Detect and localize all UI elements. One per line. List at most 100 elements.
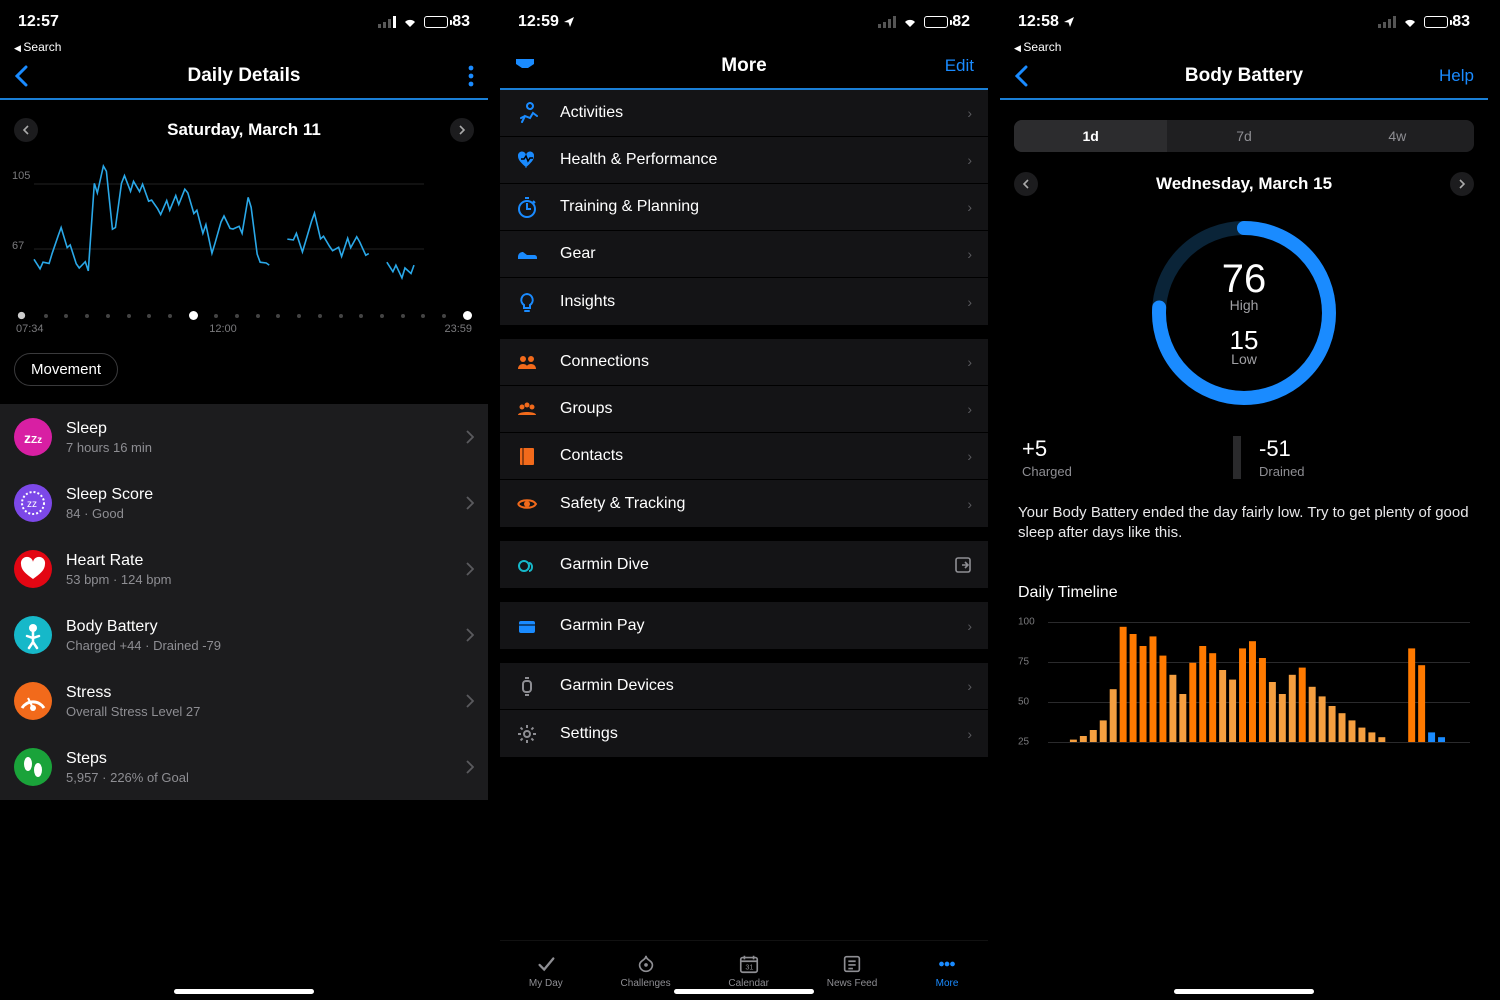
chevron-right-icon	[466, 562, 474, 576]
nav-inbox[interactable]	[514, 57, 568, 75]
y-tick-hi: 105	[12, 170, 30, 182]
metric-subtitle: 53 bpm · 124 bpm	[66, 572, 452, 587]
chevron-right-icon: ›	[967, 199, 972, 215]
chevron-right-icon	[466, 760, 474, 774]
menu-item-label: Garmin Devices	[560, 677, 945, 695]
menu-item-label: Health & Performance	[560, 151, 945, 169]
menu-item-insights[interactable]: Insights›	[500, 278, 988, 325]
metric-title: Body Battery	[66, 618, 452, 636]
chevron-right-icon: ›	[967, 401, 972, 417]
selected-date: Saturday, March 11	[167, 120, 321, 140]
menu-item-label: Activities	[560, 104, 945, 122]
menu-item-gear[interactable]: Gear›	[500, 231, 988, 278]
nav-back[interactable]	[14, 65, 68, 87]
book-icon	[516, 445, 538, 467]
metric-row-sleep-score[interactable]: zzSleep Score84 · Good	[0, 470, 488, 536]
metric-row-sleep[interactable]: zZzSleep7 hours 16 min	[0, 404, 488, 470]
screen-body-battery: 12:58 83 Search Body Battery Help 1d7d4w…	[1000, 0, 1500, 1000]
movement-filter-pill[interactable]: Movement	[14, 353, 118, 386]
range-segmented-control: 1d7d4w	[1014, 120, 1474, 152]
tab-more[interactable]: More	[935, 953, 959, 989]
menu-group: Garmin Pay›	[500, 602, 988, 649]
date-selector: Saturday, March 11	[0, 100, 488, 150]
wifi-icon	[1402, 16, 1418, 28]
timeline-chart[interactable]: 100755025	[1018, 612, 1470, 762]
menu-item-safety-tracking[interactable]: Safety & Tracking›	[500, 480, 988, 527]
menu-item-garmin-pay[interactable]: Garmin Pay›	[500, 602, 988, 649]
cell-signal-icon	[1378, 16, 1396, 28]
tab-label: Challenges	[621, 978, 671, 989]
back-to-search[interactable]: Search	[1000, 40, 1488, 54]
next-day-button[interactable]	[1450, 172, 1474, 196]
menu-item-garmin-devices[interactable]: Garmin Devices›	[500, 663, 988, 710]
tab-label: News Feed	[827, 978, 878, 989]
tab-label: Calendar	[728, 978, 769, 989]
home-indicator[interactable]	[1174, 989, 1314, 994]
tab-my-day[interactable]: My Day	[529, 953, 563, 989]
menu-item-garmin-dive[interactable]: Garmin Dive	[500, 541, 988, 588]
menu-item-label: Safety & Tracking	[560, 495, 945, 513]
x-start: 07:34	[16, 323, 44, 335]
home-indicator[interactable]	[674, 989, 814, 994]
drained-label: Drained	[1259, 464, 1466, 479]
menu-item-training-planning[interactable]: Training & Planning›	[500, 184, 988, 231]
menu-item-settings[interactable]: Settings›	[500, 710, 988, 757]
seg-4w[interactable]: 4w	[1321, 120, 1474, 152]
menu-item-label: Connections	[560, 353, 945, 371]
metric-row-steps[interactable]: Steps 5,957 · 226% of Goal	[0, 734, 488, 800]
chevron-right-icon: ›	[967, 448, 972, 464]
home-indicator[interactable]	[174, 989, 314, 994]
seg-1d[interactable]: 1d	[1014, 120, 1167, 152]
chevron-right-icon: ›	[967, 246, 972, 262]
metric-row-body-battery[interactable]: Body BatteryCharged +44 · Drained -79	[0, 602, 488, 668]
menu-item-connections[interactable]: Connections›	[500, 339, 988, 386]
menu-item-health-performance[interactable]: Health & Performance›	[500, 137, 988, 184]
menu-group: Activities›Health & Performance›Training…	[500, 90, 988, 325]
charged-value: +5	[1022, 436, 1229, 462]
chevron-left-icon	[14, 65, 28, 87]
prev-day-button[interactable]	[14, 118, 38, 142]
menu-item-contacts[interactable]: Contacts›	[500, 433, 988, 480]
metric-title: Stress	[66, 684, 452, 702]
tab-calendar[interactable]: 31 Calendar	[728, 953, 769, 989]
x-end: 23:59	[444, 323, 472, 335]
tab-icon	[935, 953, 959, 975]
metric-title: Sleep	[66, 420, 452, 438]
tab-icon	[840, 953, 864, 975]
status-time: 12:59	[518, 13, 559, 31]
drained-value: -51	[1259, 436, 1466, 462]
next-day-button[interactable]	[450, 118, 474, 142]
nav-menu[interactable]	[420, 65, 474, 87]
prev-day-button[interactable]	[1014, 172, 1038, 196]
open-external-icon	[954, 556, 972, 574]
menu-item-label: Garmin Dive	[560, 556, 932, 574]
metric-title: Steps	[66, 750, 452, 768]
status-bar: 12:59 82	[500, 0, 988, 44]
metric-row-heart-rate[interactable]: Heart Rate53 bpm · 124 bpm	[0, 536, 488, 602]
metric-subtitle: 7 hours 16 min	[66, 440, 452, 455]
tab-challenges[interactable]: Challenges	[621, 953, 671, 989]
x-axis: 07:34 12:00 23:59	[0, 323, 488, 335]
edit-button[interactable]: Edit	[945, 56, 974, 76]
alarm-icon	[16, 310, 27, 321]
back-to-search[interactable]: Search	[0, 40, 488, 54]
chevron-right-icon: ›	[967, 726, 972, 742]
help-button[interactable]: Help	[1439, 66, 1474, 86]
wifi-icon	[902, 16, 918, 28]
tab-icon: 31	[737, 953, 761, 975]
menu-item-groups[interactable]: Groups›	[500, 386, 988, 433]
timeline-heading: Daily Timeline	[1018, 584, 1470, 602]
nav-back[interactable]	[1014, 65, 1068, 87]
tab-news-feed[interactable]: News Feed	[827, 953, 878, 989]
metric-row-stress[interactable]: Stress Overall Stress Level 27	[0, 668, 488, 734]
metric-subtitle: 5,957 · 226% of Goal	[66, 770, 452, 785]
location-icon	[563, 16, 575, 28]
heart-rate-chart[interactable]: 105 67	[14, 154, 474, 304]
battery-icon: 83	[1424, 13, 1470, 31]
menu-item-activities[interactable]: Activities›	[500, 90, 988, 137]
metric-subtitle: Overall Stress Level 27	[66, 704, 452, 719]
metric-subtitle: 84 · Good	[66, 506, 452, 521]
more-menu-list: Activities›Health & Performance›Training…	[500, 90, 988, 940]
steps-icon	[14, 748, 52, 786]
seg-7d[interactable]: 7d	[1167, 120, 1320, 152]
